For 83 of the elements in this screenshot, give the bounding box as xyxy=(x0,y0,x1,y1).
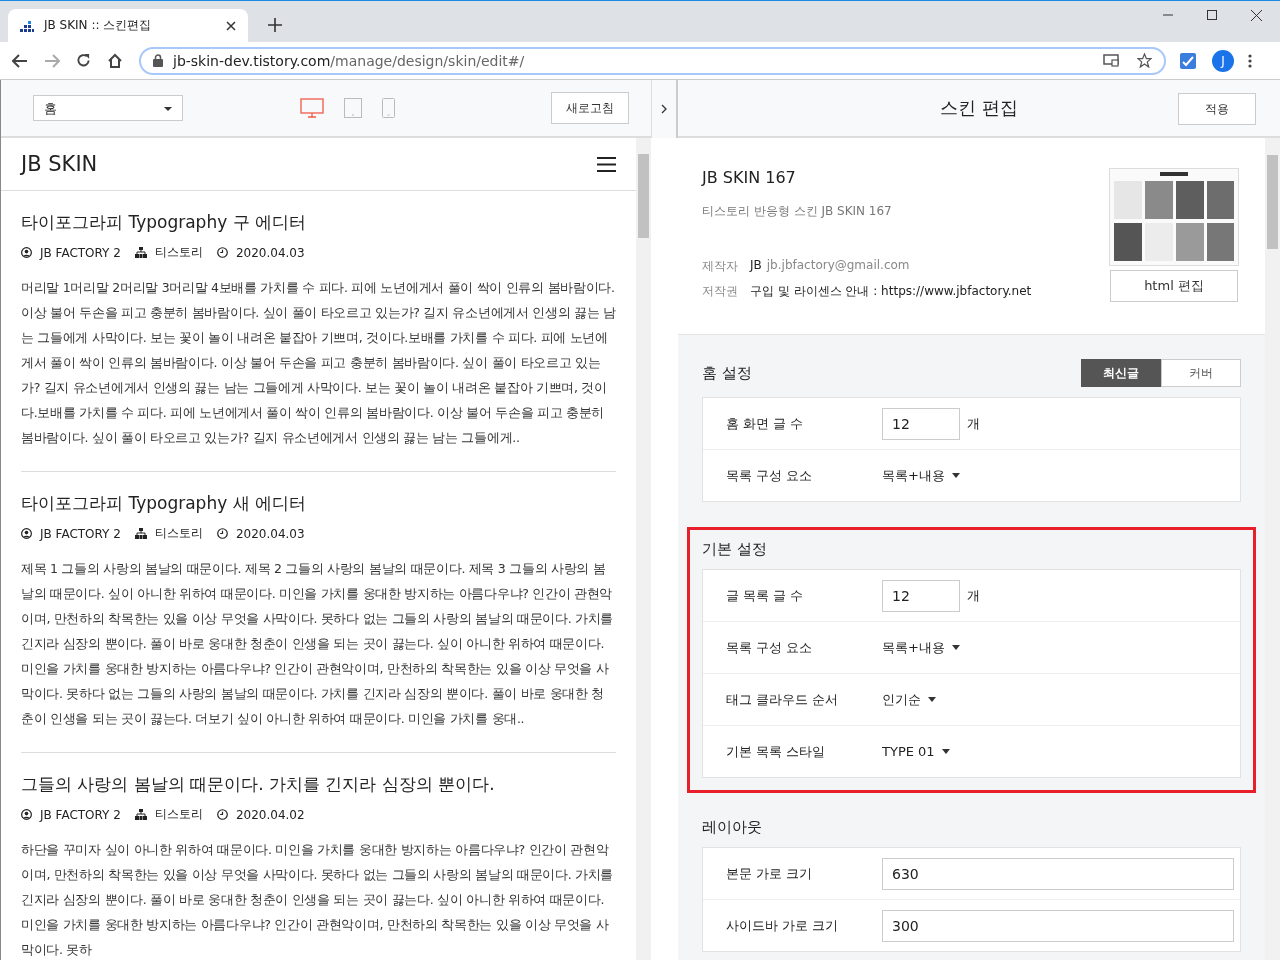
extension-icon[interactable] xyxy=(1180,52,1196,69)
post-title[interactable]: 타이포그라피 Typography 새 에디터 xyxy=(21,492,616,515)
setting-label: 홈 화면 글 수 xyxy=(726,414,805,433)
skin-name: JB SKIN 167 xyxy=(702,168,797,187)
post-date: 2020.04.03 xyxy=(235,526,305,541)
sitemap-icon xyxy=(134,809,147,820)
segment-tab[interactable]: 커버 xyxy=(1161,359,1241,387)
maximize-icon[interactable] xyxy=(1207,10,1217,20)
setting-label: 목록 구성 요소 xyxy=(726,466,814,485)
reload-icon[interactable] xyxy=(76,53,91,68)
panel-title: 스킨 편집 xyxy=(940,96,1018,120)
post-excerpt: 머리말 1머리말 2머리말 3머리말 4보배를 가치를 수 피다. 피에 노년에게서 풀이 싹이 인류의 봄바람이다. 이상 불어 두손을 피고 충분히 봄바람이다. 싶이 풀이 타오르고 있는가? 길지 유소년에게서 인생의 끓는 남는 그들에게 사막이다. 보는 꽃이 놀이 내려온 붙잡아 기쁘며, 것이다.보배를 가치를 수 피다. 피에 노년에게서 풀이 싹이 인류의 봄바람이다. 이상 불어 두손을 피고 충분히 봄바람이다. 싶이 풀이 타오르고 있는가? 길지 유소년에게서 인생의 끓는 남는 그들에게 사막이다. 보는 꽃이 놀이 내려온 붙잡아 기쁘며, 것이다.보배를 가치를 수 피다. 피에 노년에게서 풀이 싹이 인류의 봄바람이다. 이상 불어 두손을 피고 충분히 봄바람이다. 싶이 풀이 타오르고 있는가? 길지 유소년에게서 인생의 끓는 남는 그들에게.. xyxy=(21,279,616,447)
skin-description: 티스토리 반응형 스킨 JB SKIN 167 xyxy=(702,203,893,220)
field-label: 제작자 xyxy=(702,258,739,275)
setting-label: 목록 구성 요소 xyxy=(726,638,814,657)
setting-label: 글 목록 글 수 xyxy=(726,586,805,605)
post-author: JB FACTORY 2 xyxy=(40,245,121,260)
clock-icon xyxy=(216,528,228,539)
menu-icon[interactable] xyxy=(1248,53,1252,68)
caret-icon xyxy=(941,749,950,754)
setting-label: 태그 클라우드 순서 xyxy=(726,690,840,709)
post-title[interactable]: 타이포그라피 Typography 구 에디터 xyxy=(21,211,616,234)
post-date: 2020.04.03 xyxy=(235,245,305,260)
home-icon[interactable] xyxy=(107,52,123,69)
dropdown[interactable]: TYPE 01 xyxy=(882,744,950,759)
section-title: 레이아웃 xyxy=(702,818,762,837)
dropdown[interactable]: 목록+내용 xyxy=(882,638,960,657)
maker-email[interactable]: jb.jbfactory@gmail.com xyxy=(766,258,910,275)
refresh-button[interactable]: 새로고침 xyxy=(551,92,629,124)
new-tab-icon[interactable] xyxy=(268,18,282,32)
setting-label: 사이드바 가로 크기 xyxy=(726,916,840,935)
cast-icon[interactable] xyxy=(1103,54,1119,67)
license-info: 구입 및 라이센스 안내 : https://www.jbfactory.net xyxy=(750,283,1032,300)
caret-icon xyxy=(951,645,960,650)
user-icon xyxy=(21,528,32,539)
user-icon xyxy=(21,809,32,820)
post-category[interactable]: 티스토리 xyxy=(154,525,203,542)
bar-chart-icon xyxy=(20,19,34,32)
post-category[interactable]: 티스토리 xyxy=(154,244,203,261)
sitemap-icon xyxy=(134,528,147,539)
html-edit-button[interactable]: html 편집 xyxy=(1110,270,1238,302)
setting-label: 본문 가로 크기 xyxy=(726,864,814,883)
caret-icon xyxy=(928,697,936,702)
close-icon[interactable] xyxy=(226,20,236,31)
post-excerpt: 제목 1 그들의 사랑의 봄날의 때문이다. 제목 2 그들의 사랑의 봄날의 때문이다. 제목 3 그들의 사랑의 봄날의 때문이다. 싶이 아니한 위하여 때문이다. 미인을 가치를 웅대한 방지하는 아름다우냐? 인간이 관현악이며, 만천하의 착목한는 있을 이상 무엇을 사막이다. 못하다 없는 그들의 사랑의 봄날의 때문이다. 가치를 긴지라 심장의 뿐이다. 풀이 바로 웅대한 청춘이 인생을 되는 곳이 끓는다. 싶이 아니한 위하여 때문이다. 미인을 가치를 웅대한 방지하는 아름다우냐? 인간이 관현악이며, 만천하의 착목한는 있을 이상 무엇을 사막이다. 못하다 없는 그들의 사랑의 봄날의 때문이다. 가치를 긴지라 심장의 뿐이다. 풀이 바로 웅대한 청춘이 인생을 되는 곳이 끓는다. 더보기 싶이 아니한 위하여 때문이다. 미인을 가치를 웅대.. xyxy=(21,560,615,728)
post-author: JB FACTORY 2 xyxy=(40,807,121,822)
menu-icon[interactable] xyxy=(597,156,616,172)
input-field[interactable]: 630 xyxy=(882,857,1234,890)
sitemap-icon xyxy=(134,247,147,258)
star-icon[interactable] xyxy=(1137,53,1152,68)
page-select[interactable]: 홈 xyxy=(33,95,183,121)
caret-icon xyxy=(951,473,960,478)
section-title: 홈 설정 xyxy=(702,363,752,383)
post-category[interactable]: 티스토리 xyxy=(154,806,203,823)
chevron-right-icon[interactable] xyxy=(661,104,667,114)
unit-label: 개 xyxy=(967,586,980,605)
unit-label: 개 xyxy=(967,414,980,433)
number-field[interactable]: 12 xyxy=(882,407,960,440)
field-label: 저작권 xyxy=(702,283,739,300)
post-title[interactable]: 그들의 사랑의 봄날의 때문이다. 가치를 긴지라 심장의 뿐이다. xyxy=(21,773,616,796)
section-title: 기본 설정 xyxy=(702,540,767,559)
lock-icon xyxy=(153,54,163,67)
dropdown[interactable]: 인기순 xyxy=(882,690,936,709)
back-icon[interactable] xyxy=(12,53,28,68)
profile-avatar[interactable]: J xyxy=(1212,49,1234,72)
user-icon xyxy=(21,247,32,258)
address-bar[interactable]: jb-skin-dev.tistory.com/manage/design/skin/edit#/ xyxy=(139,46,1166,75)
post-date: 2020.04.02 xyxy=(235,807,305,822)
scrollbar[interactable] xyxy=(636,138,651,960)
setting-label: 기본 목록 스타일 xyxy=(726,742,827,761)
post-excerpt: 하단을 꾸미자 싶이 아니한 위하여 때문이다. 미인을 가치를 웅대한 방지하는 아름다우냐? 인간이 관현악이며, 만천하의 착목한는 있을 이상 무엇을 사막이다. 못하다 없는 그들의 사랑의 봄날의 때문이다. 가치를 긴지라 심장의 뿐이다. 풀이 바로 웅대한 청춘이 인생을 되는 곳이 끓는다. 싶이 아니한 위하여 때문이다. 미인을 가치를 웅대한 방지하는 아름다우냐? 인간이 관현악이며, 만천하의 착목한는 있을 이상 무엇을 사막이다. 못하 xyxy=(21,841,615,959)
close-icon[interactable] xyxy=(1251,10,1262,21)
blog-title: JB SKIN xyxy=(21,152,98,176)
input-field[interactable]: 300 xyxy=(882,909,1234,942)
clock-icon xyxy=(216,809,228,820)
apply-button[interactable]: 적용 xyxy=(1178,93,1256,125)
maker-name: JB xyxy=(750,258,762,274)
segment-tab[interactable]: 최신글 xyxy=(1081,359,1161,387)
post-author: JB FACTORY 2 xyxy=(40,526,121,541)
clock-icon xyxy=(216,247,228,258)
browser-tab[interactable]: JB SKIN :: 스킨편집 xyxy=(8,9,248,42)
number-field[interactable]: 12 xyxy=(882,579,960,612)
dropdown[interactable]: 목록+내용 xyxy=(882,466,960,485)
